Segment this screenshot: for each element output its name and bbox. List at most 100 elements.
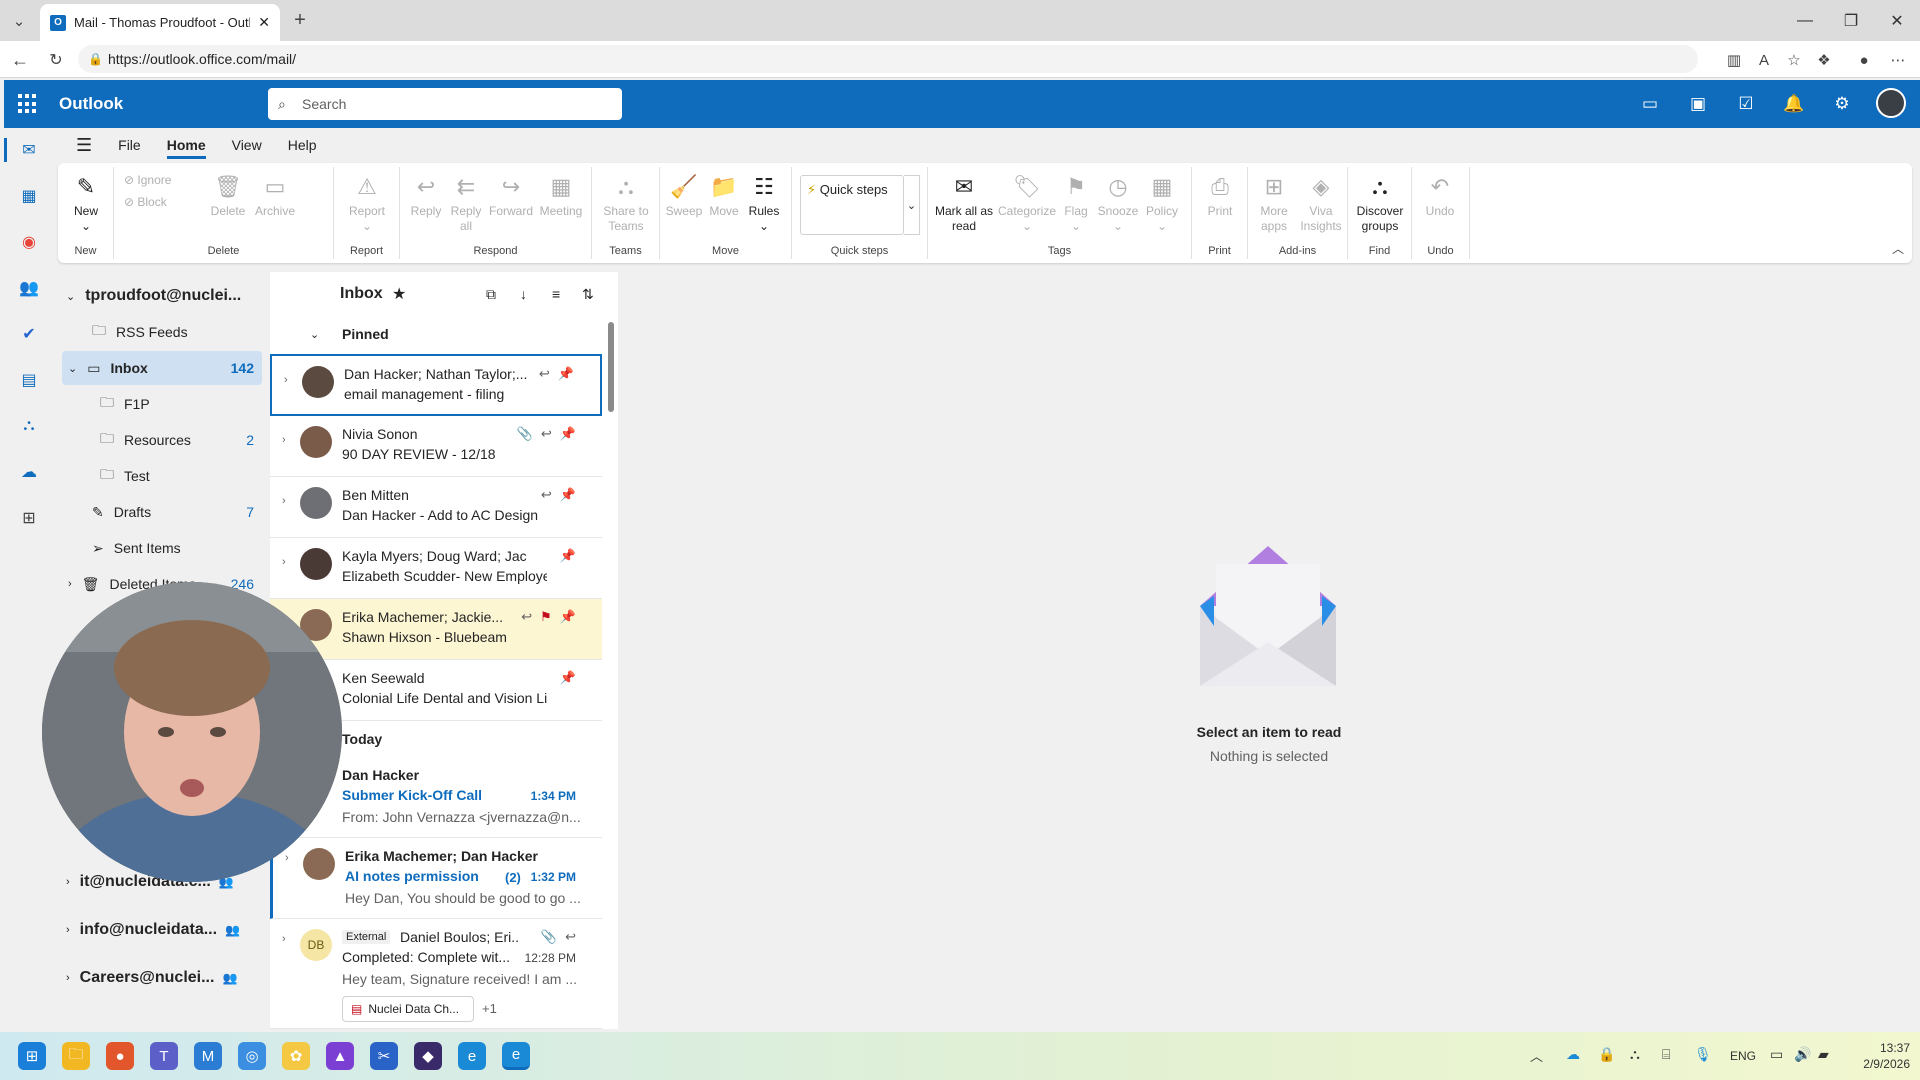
more-apps-button[interactable]: ⊞ More apps: [1252, 171, 1296, 234]
share-to-teams-button[interactable]: ⛬ Share to Teams: [598, 171, 654, 234]
pin-icon[interactable]: 📌: [560, 487, 576, 503]
teams-tray-icon[interactable]: ⛬: [1630, 1046, 1640, 1063]
minimize-icon[interactable]: —: [1782, 0, 1828, 41]
forward-button[interactable]: ↪ Forward: [486, 171, 536, 219]
security-tray-icon[interactable]: 🔒: [1598, 1046, 1615, 1063]
favorite-star-icon[interactable]: ★: [392, 284, 406, 304]
hamburger-icon[interactable]: ☰: [76, 135, 92, 156]
close-window-icon[interactable]: ✕: [1874, 0, 1920, 41]
move-button[interactable]: 📁 Move: [704, 171, 744, 219]
file-explorer-icon[interactable]: 🗀: [62, 1042, 90, 1070]
menu-file[interactable]: File: [118, 137, 141, 153]
flag-icon[interactable]: ⚑: [540, 609, 552, 625]
onedrive-tray-icon[interactable]: ☁: [1566, 1046, 1580, 1063]
profile-icon[interactable]: ●: [1852, 48, 1876, 72]
message-row-flagged[interactable]: › Erika Machemer; Jackie... Shawn Hixson…: [270, 599, 602, 660]
tray-chevron-icon[interactable]: ︿: [1530, 1046, 1543, 1065]
pinned-section[interactable]: ⌄ Pinned: [270, 316, 602, 352]
edge-active-icon[interactable]: e: [502, 1042, 530, 1070]
snipping-icon[interactable]: ✂: [370, 1042, 398, 1070]
org-explorer-icon[interactable]: ⛬: [17, 414, 41, 438]
undo-button[interactable]: ↶ Undo: [1420, 171, 1460, 219]
attachment-chip[interactable]: ▤ Nuclei Data Ch...: [342, 996, 474, 1022]
back-icon[interactable]: ←: [8, 48, 32, 72]
favorite-star-icon[interactable]: ☆: [1782, 48, 1806, 72]
report-button[interactable]: ⚠ Report ⌄: [342, 171, 392, 234]
reply-button[interactable]: ↩ Reply: [406, 171, 446, 219]
my-day-icon[interactable]: ☑: [1734, 92, 1758, 116]
quick-steps-dropdown-icon[interactable]: ⌄: [904, 175, 920, 235]
photos-icon[interactable]: ✿: [282, 1042, 310, 1070]
read-aloud-icon[interactable]: A: [1752, 48, 1776, 72]
quick-steps-button[interactable]: ⚡ Quick steps: [800, 175, 904, 235]
firefox-icon[interactable]: ●: [106, 1042, 134, 1070]
pin-icon[interactable]: 📌: [558, 366, 574, 382]
folder-sent-items[interactable]: ➢ Sent Items: [62, 531, 262, 565]
shared-mailbox-careers[interactable]: › Careers@nuclei... 👥: [66, 961, 266, 995]
rules-button[interactable]: ☷ Rules ⌄: [744, 171, 784, 234]
menu-help[interactable]: Help: [288, 137, 317, 153]
user-avatar[interactable]: [1876, 88, 1906, 118]
obsidian-icon[interactable]: ◆: [414, 1042, 442, 1070]
refresh-icon[interactable]: ↻: [44, 48, 68, 72]
usb-tray-icon[interactable]: ⌸: [1662, 1046, 1670, 1063]
folder-f1p[interactable]: 🗀 F1P: [62, 387, 262, 421]
print-button[interactable]: ⎙ Print: [1198, 171, 1242, 219]
browser-tab[interactable]: O Mail - Thomas Proudfoot - Outlook ✕: [40, 4, 280, 41]
pin-icon[interactable]: 📌: [560, 548, 576, 564]
url-field[interactable]: 🔒 https://outlook.office.com/mail/: [78, 45, 1698, 73]
pin-icon[interactable]: 📌: [560, 609, 576, 625]
message-row[interactable]: › Ben Mitten Dan Hacker - Add to AC Desi…: [270, 477, 602, 538]
archive-button[interactable]: ▭ Archive: [250, 171, 300, 219]
start-icon[interactable]: ⊞: [18, 1042, 46, 1070]
copilot-icon[interactable]: ◉: [17, 230, 41, 254]
jump-icon[interactable]: ↓: [520, 286, 527, 302]
microphone-icon[interactable]: 🎙: [1694, 1046, 1712, 1063]
display-icon[interactable]: ▭: [1770, 1046, 1783, 1063]
restore-icon[interactable]: ❐: [1828, 0, 1874, 41]
snooze-button[interactable]: ◷ Snooze ⌄: [1096, 171, 1140, 234]
more-attachments[interactable]: +1: [482, 1001, 497, 1016]
block-button[interactable]: ⊘ Block: [124, 195, 167, 209]
outlook-app-icon[interactable]: ▣: [1686, 92, 1710, 116]
teams-icon[interactable]: T: [150, 1042, 178, 1070]
tab-list-icon[interactable]: ⌄: [8, 10, 30, 32]
settings-gear-icon[interactable]: ⚙: [1830, 92, 1854, 116]
message-row[interactable]: › DB External Daniel Boulos; Eri... 📎 ↩ C…: [270, 919, 602, 1029]
ignore-button[interactable]: ⊘ Ignore: [124, 173, 171, 187]
sweep-button[interactable]: 🧹 Sweep: [664, 171, 704, 219]
policy-button[interactable]: ▦ Policy ⌄: [1140, 171, 1184, 234]
message-row[interactable]: › Dan Hacker; Nathan Taylor;... email ma…: [270, 354, 602, 416]
folder-drafts[interactable]: ✎ Drafts 7: [62, 495, 262, 529]
clock[interactable]: 13:37 2/9/2026: [1850, 1040, 1910, 1072]
search-input[interactable]: ⌕ Search: [268, 88, 622, 120]
folder-test[interactable]: 🗀 Test: [62, 459, 262, 493]
todo-icon[interactable]: ✔: [17, 322, 41, 346]
folder-rss-feeds[interactable]: 🗀 RSS Feeds: [62, 315, 262, 349]
collections-icon[interactable]: ❖: [1812, 48, 1836, 72]
close-tab-icon[interactable]: ✕: [258, 14, 270, 31]
mark-all-read-button[interactable]: ✉ Mark all as read: [932, 171, 996, 234]
menu-view[interactable]: View: [232, 137, 262, 153]
more-menu-icon[interactable]: ⋯: [1886, 48, 1910, 72]
filter-icon[interactable]: ≡: [552, 286, 560, 302]
sort-icon[interactable]: ⇅: [582, 286, 594, 303]
app-launcher-icon[interactable]: [18, 94, 38, 114]
battery-icon[interactable]: ▰: [1818, 1046, 1829, 1063]
copilot-taskbar-icon[interactable]: ◎: [238, 1042, 266, 1070]
message-row[interactable]: › Nivia Sonon 90 DAY REVIEW - 12/18 📎 ↩ 📌: [270, 416, 602, 477]
language-indicator[interactable]: ENG: [1730, 1049, 1756, 1063]
new-tab-icon[interactable]: +: [288, 8, 312, 32]
shared-mailbox-info[interactable]: › info@nucleidata... 👥: [66, 913, 266, 947]
notifications-bell-icon[interactable]: 🔔: [1782, 92, 1806, 116]
meeting-button[interactable]: ▦ Meeting: [536, 171, 586, 219]
list-scrollbar[interactable]: [608, 322, 614, 412]
new-mail-button[interactable]: ✎ New ⌄: [62, 171, 110, 234]
volume-icon[interactable]: 🔊: [1794, 1046, 1811, 1063]
more-apps-icon[interactable]: ⊞: [17, 506, 41, 530]
collapse-ribbon-icon[interactable]: ︿: [1892, 240, 1904, 257]
folder-resources[interactable]: 🗀 Resources 2: [62, 423, 262, 457]
pin-icon[interactable]: 📌: [560, 426, 576, 442]
reply-all-button[interactable]: ⇇ Reply all: [446, 171, 486, 234]
message-row[interactable]: › Erika Machemer; Dan Hacker AI notes pe…: [270, 838, 602, 919]
